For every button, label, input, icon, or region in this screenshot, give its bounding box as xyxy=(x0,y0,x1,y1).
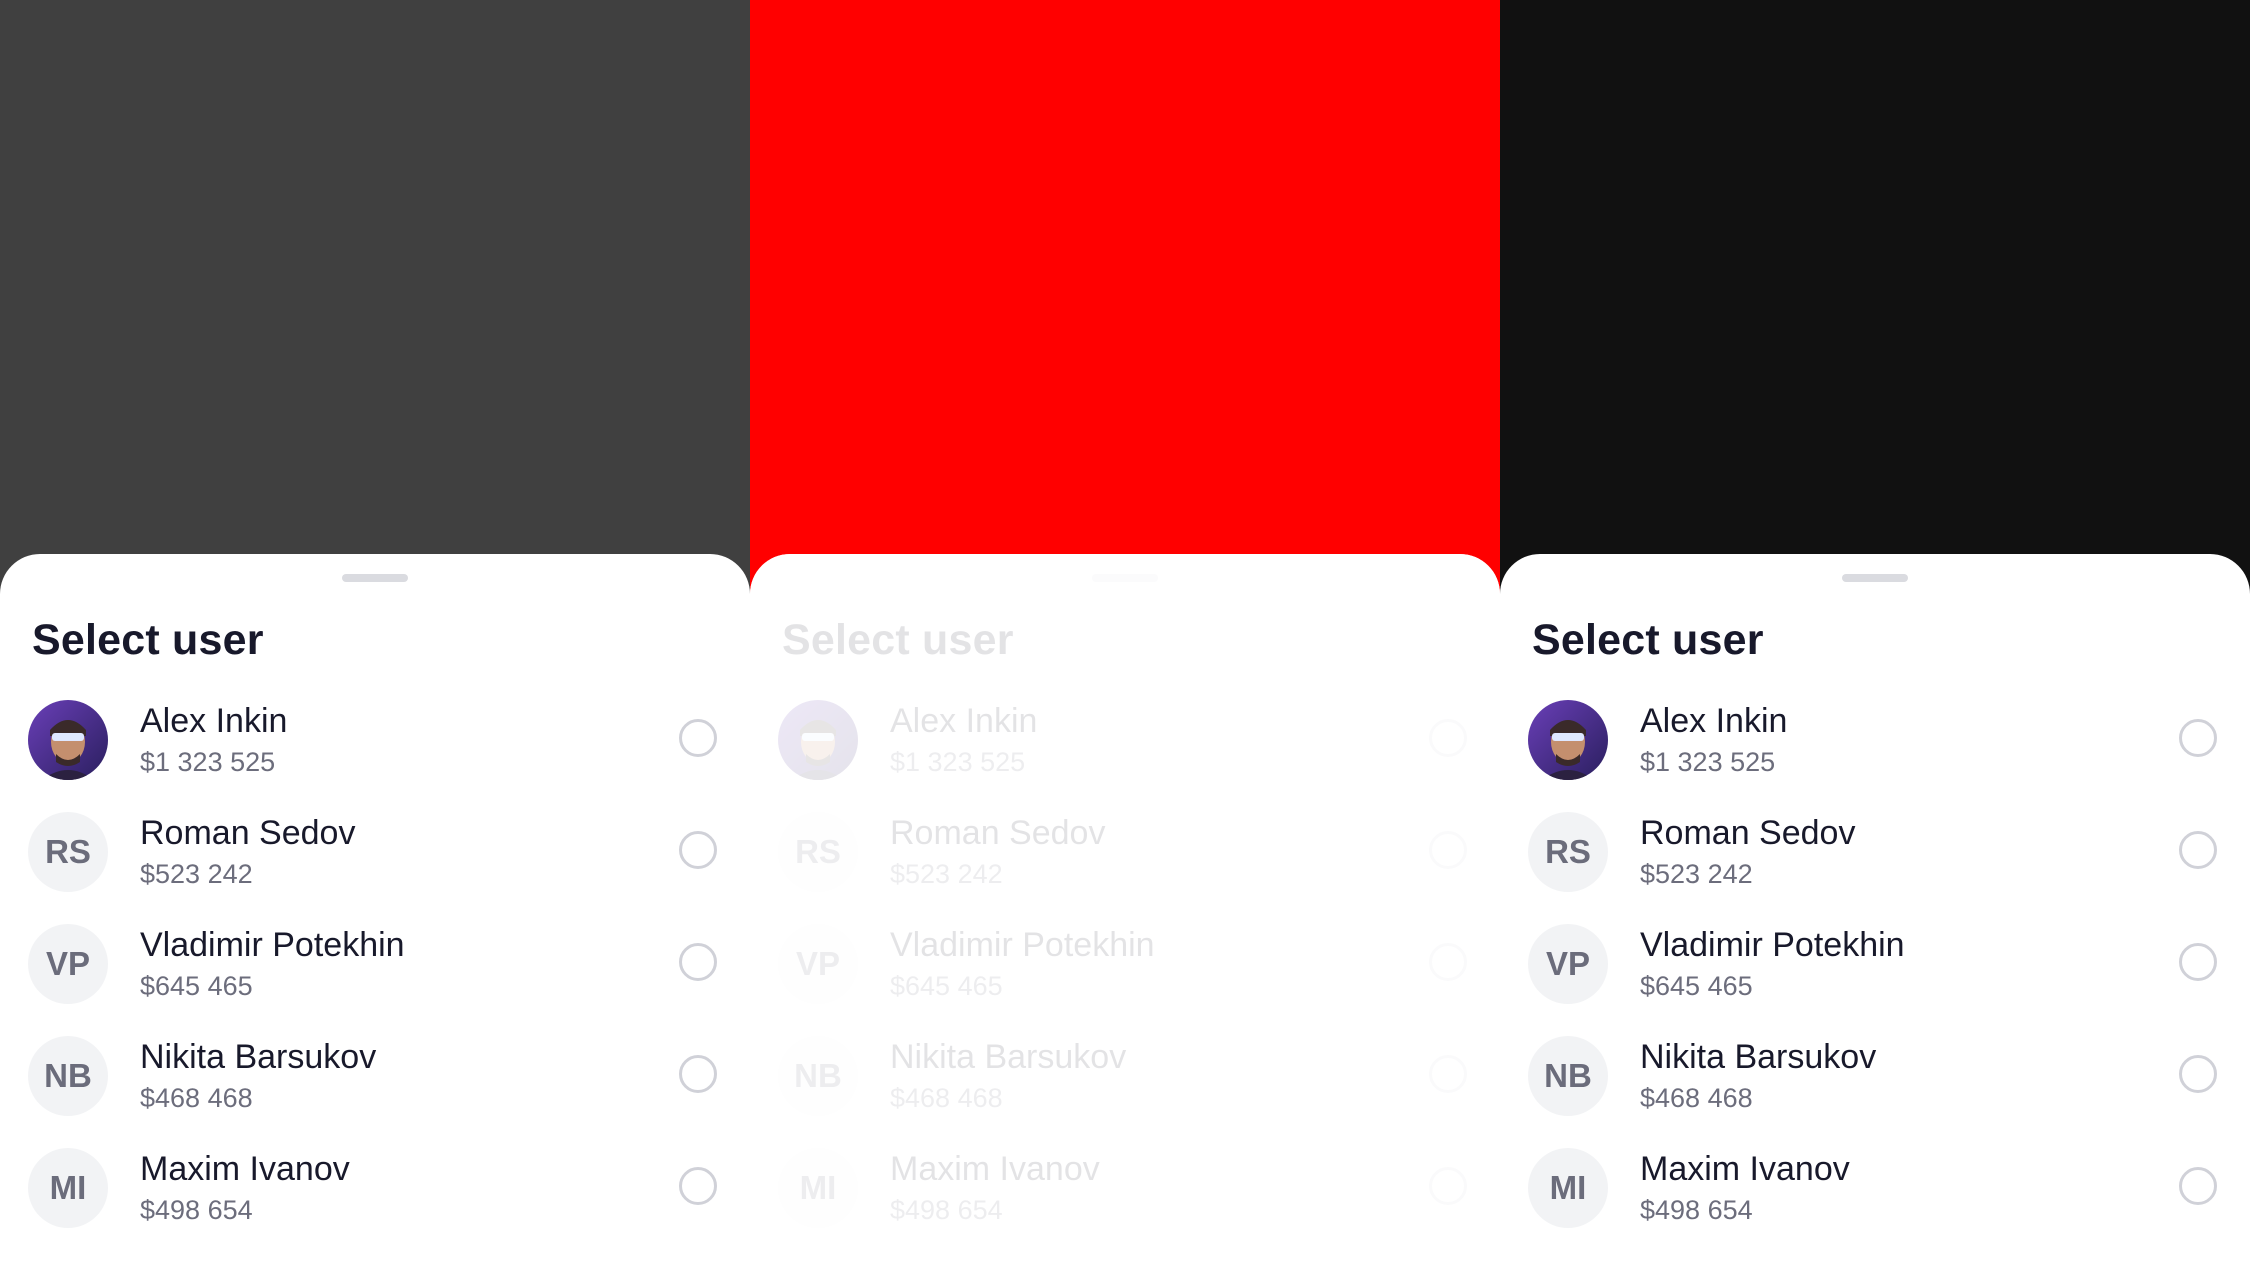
user-balance: $523 242 xyxy=(890,859,1003,889)
user-name: Nikita Barsukov xyxy=(890,1038,1127,1076)
user-balance: $468 468 xyxy=(140,1083,253,1113)
user-balance: $645 465 xyxy=(1640,971,1753,1001)
user-balance: $645 465 xyxy=(890,971,1003,1001)
panel-1: Select user Alex Inkin $1 323 525 RS Rom… xyxy=(0,0,750,1266)
photo-avatar xyxy=(778,700,858,780)
photo-avatar xyxy=(28,700,108,780)
user-list: Alex Inkin $1 323 525 RS Roman Sedov $52… xyxy=(750,700,1500,1260)
user-row-vladimir-potekhin[interactable]: VP Vladimir Potekhin $645 465 xyxy=(1500,924,2250,1036)
user-name: Vladimir Potekhin xyxy=(140,926,405,964)
user-row-alex-inkin[interactable]: Alex Inkin $1 323 525 xyxy=(0,700,750,812)
user-name: Alex Inkin xyxy=(890,702,1038,740)
initials-avatar: RS xyxy=(1528,812,1608,892)
user-row-roman-sedov[interactable]: RS Roman Sedov $523 242 xyxy=(0,812,750,924)
user-balance: $523 242 xyxy=(140,859,253,889)
radio-button[interactable] xyxy=(679,719,717,757)
user-row-maxim-ivanov[interactable]: MI Maxim Ivanov $498 654 xyxy=(750,1148,1500,1260)
panel-3: Select user Alex Inkin $1 323 525 RS Rom… xyxy=(1500,0,2250,1266)
user-name: Vladimir Potekhin xyxy=(890,926,1155,964)
sheet-title: Select user xyxy=(782,616,1014,664)
radio-button[interactable] xyxy=(2179,943,2217,981)
initials-avatar: NB xyxy=(28,1036,108,1116)
radio-button[interactable] xyxy=(1429,831,1467,869)
user-row-maxim-ivanov[interactable]: MI Maxim Ivanov $498 654 xyxy=(1500,1148,2250,1260)
radio-button[interactable] xyxy=(2179,1167,2217,1205)
user-row-alex-inkin[interactable]: Alex Inkin $1 323 525 xyxy=(1500,700,2250,812)
initials-avatar: MI xyxy=(778,1148,858,1228)
user-balance: $523 242 xyxy=(1640,859,1753,889)
user-balance: $498 654 xyxy=(890,1195,1003,1225)
initials-avatar: MI xyxy=(28,1148,108,1228)
user-balance: $1 323 525 xyxy=(140,747,276,777)
radio-button[interactable] xyxy=(1429,1055,1467,1093)
radio-button[interactable] xyxy=(1429,1167,1467,1205)
user-name: Roman Sedov xyxy=(890,814,1106,852)
user-name: Nikita Barsukov xyxy=(1640,1038,1877,1076)
bottom-sheet: Select user Alex Inkin $1 323 525 RS Rom… xyxy=(1500,554,2250,1266)
sheet-title: Select user xyxy=(32,616,264,664)
radio-button[interactable] xyxy=(679,1167,717,1205)
panel-2: Select user Alex Inkin $1 323 525 RS Rom… xyxy=(750,0,1500,1266)
user-name: Roman Sedov xyxy=(1640,814,1856,852)
user-name: Vladimir Potekhin xyxy=(1640,926,1905,964)
user-name: Maxim Ivanov xyxy=(1640,1150,1850,1188)
user-name: Maxim Ivanov xyxy=(890,1150,1100,1188)
sheet-grabber-handle[interactable] xyxy=(1842,574,1908,582)
user-name: Nikita Barsukov xyxy=(140,1038,377,1076)
sheet-title: Select user xyxy=(1532,616,1764,664)
user-list: Alex Inkin $1 323 525 RS Roman Sedov $52… xyxy=(1500,700,2250,1260)
user-name: Roman Sedov xyxy=(140,814,356,852)
initials-avatar: NB xyxy=(778,1036,858,1116)
radio-button[interactable] xyxy=(1429,719,1467,757)
radio-button[interactable] xyxy=(679,943,717,981)
user-row-vladimir-potekhin[interactable]: VP Vladimir Potekhin $645 465 xyxy=(0,924,750,1036)
radio-button[interactable] xyxy=(1429,943,1467,981)
radio-button[interactable] xyxy=(679,1055,717,1093)
user-balance: $1 323 525 xyxy=(1640,747,1776,777)
sheet-grabber-handle[interactable] xyxy=(1092,574,1158,582)
user-row-roman-sedov[interactable]: RS Roman Sedov $523 242 xyxy=(1500,812,2250,924)
user-row-roman-sedov[interactable]: RS Roman Sedov $523 242 xyxy=(750,812,1500,924)
backdrop[interactable] xyxy=(1500,0,2250,600)
initials-avatar: VP xyxy=(778,924,858,1004)
radio-button[interactable] xyxy=(2179,719,2217,757)
bottom-sheet: Select user Alex Inkin $1 323 525 RS Rom… xyxy=(0,554,750,1266)
user-balance: $468 468 xyxy=(890,1083,1003,1113)
backdrop[interactable] xyxy=(0,0,750,600)
initials-avatar: NB xyxy=(1528,1036,1608,1116)
radio-button[interactable] xyxy=(2179,1055,2217,1093)
user-row-nikita-barsukov[interactable]: NB Nikita Barsukov $468 468 xyxy=(1500,1036,2250,1148)
radio-button[interactable] xyxy=(2179,831,2217,869)
user-row-alex-inkin[interactable]: Alex Inkin $1 323 525 xyxy=(750,700,1500,812)
initials-avatar: RS xyxy=(778,812,858,892)
initials-avatar: VP xyxy=(1528,924,1608,1004)
initials-avatar: RS xyxy=(28,812,108,892)
user-row-nikita-barsukov[interactable]: NB Nikita Barsukov $468 468 xyxy=(0,1036,750,1148)
user-balance: $1 323 525 xyxy=(890,747,1026,777)
user-balance: $498 654 xyxy=(1640,1195,1753,1225)
user-name: Alex Inkin xyxy=(140,702,288,740)
user-row-maxim-ivanov[interactable]: MI Maxim Ivanov $498 654 xyxy=(0,1148,750,1260)
bottom-sheet: Select user Alex Inkin $1 323 525 RS Rom… xyxy=(750,554,1500,1266)
user-name: Alex Inkin xyxy=(1640,702,1788,740)
user-balance: $468 468 xyxy=(1640,1083,1753,1113)
sheet-grabber-handle[interactable] xyxy=(342,574,408,582)
user-name: Maxim Ivanov xyxy=(140,1150,350,1188)
photo-avatar xyxy=(1528,700,1608,780)
user-list: Alex Inkin $1 323 525 RS Roman Sedov $52… xyxy=(0,700,750,1260)
user-row-vladimir-potekhin[interactable]: VP Vladimir Potekhin $645 465 xyxy=(750,924,1500,1036)
initials-avatar: MI xyxy=(1528,1148,1608,1228)
user-balance: $645 465 xyxy=(140,971,253,1001)
user-row-nikita-barsukov[interactable]: NB Nikita Barsukov $468 468 xyxy=(750,1036,1500,1148)
backdrop[interactable] xyxy=(750,0,1500,600)
initials-avatar: VP xyxy=(28,924,108,1004)
radio-button[interactable] xyxy=(679,831,717,869)
user-balance: $498 654 xyxy=(140,1195,253,1225)
